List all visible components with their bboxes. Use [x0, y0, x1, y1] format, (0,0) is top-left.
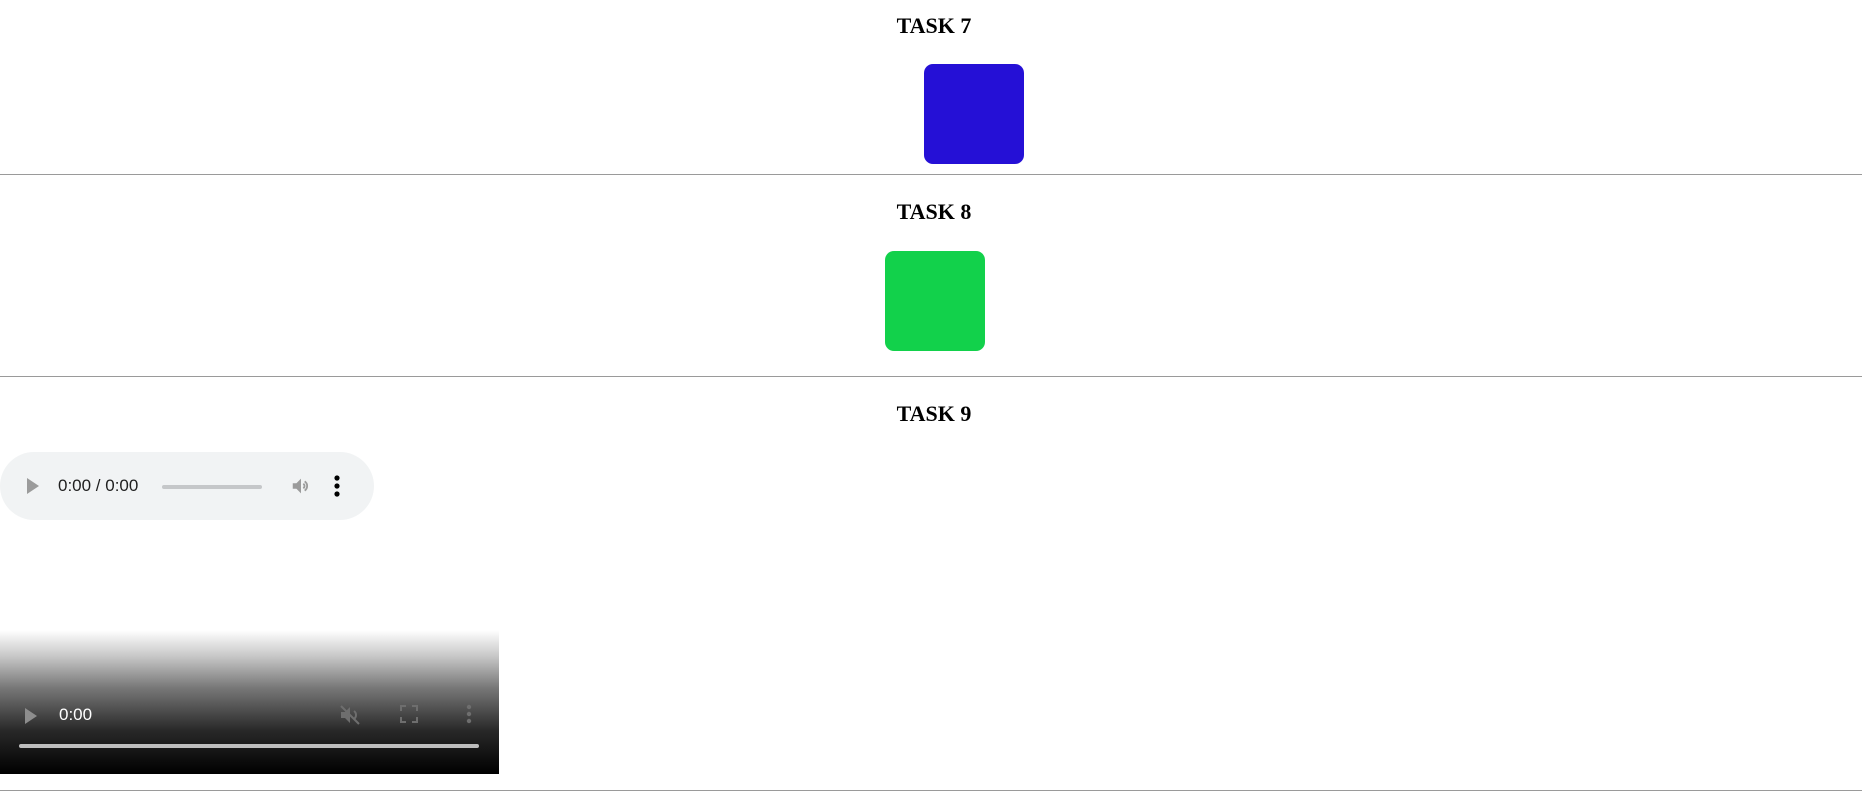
audio-time: 0:00 / 0:00: [58, 476, 139, 495]
divider: [0, 174, 1862, 175]
video-player[interactable]: 0:00: [0, 630, 499, 774]
more-vertical-icon[interactable]: [465, 704, 473, 729]
divider: [0, 790, 1862, 791]
play-icon[interactable]: [26, 477, 40, 500]
fullscreen-icon[interactable]: [399, 704, 419, 729]
task-8-green-box[interactable]: [885, 251, 985, 351]
more-vertical-icon[interactable]: [333, 474, 341, 503]
audio-player[interactable]: 0:00 / 0:00: [0, 452, 374, 520]
task-7-blue-box[interactable]: [924, 64, 1024, 164]
divider: [0, 376, 1862, 377]
task-8-title: TASK 8: [896, 199, 972, 224]
play-icon[interactable]: [24, 707, 38, 730]
audio-seek-bar[interactable]: [162, 485, 262, 489]
page: TASK 7 TASK 8 TASK 9 0:00 / 0:00 0:00: [0, 0, 1862, 801]
video-time: 0:00: [59, 705, 93, 724]
task-7-title: TASK 7: [896, 13, 972, 38]
task-9-title: TASK 9: [896, 401, 972, 426]
muted-icon[interactable]: [338, 703, 362, 732]
video-seek-bar[interactable]: [19, 744, 479, 748]
volume-icon[interactable]: [290, 475, 312, 502]
